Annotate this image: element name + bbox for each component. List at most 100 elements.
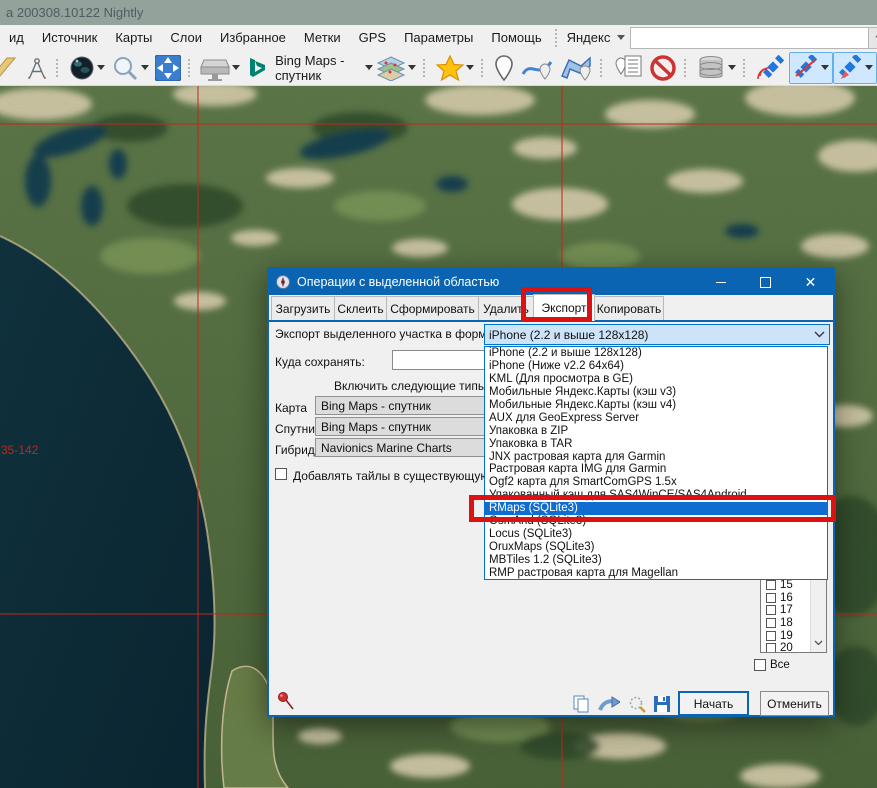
annotation-box-export-tab (521, 287, 592, 322)
zoom-row[interactable]: 20 (766, 642, 810, 653)
placemark-manager-button[interactable] (610, 53, 646, 83)
scroll-down-button[interactable] (812, 636, 825, 650)
format-option[interactable]: Ogf2 карта для SmartComGPS 1.5x (485, 476, 827, 489)
hide-marks-button[interactable] (646, 53, 680, 83)
dialog-icon (275, 274, 291, 290)
format-option[interactable]: Мобильные Яндекс.Карты (кэш v4) (485, 399, 827, 412)
copy-icon[interactable] (573, 695, 590, 713)
select-all-label: Все (770, 659, 790, 671)
minimize-button[interactable] (698, 269, 743, 295)
pushpin-icon[interactable] (277, 691, 295, 711)
toolbar-separator (600, 59, 606, 77)
menu-item-vid[interactable]: ид (0, 30, 33, 45)
format-option[interactable]: iPhone (Ниже v2.2 64x64) (485, 360, 827, 373)
gps-connect-button[interactable] (753, 53, 789, 83)
search-provider-button[interactable]: Яндекс (567, 30, 611, 45)
chevron-down-icon (728, 65, 736, 70)
format-option[interactable]: Упаковка в TAR (485, 437, 827, 450)
format-option[interactable]: KML (Для просмотра в GE) (485, 373, 827, 386)
zoom-tool-button[interactable] (108, 53, 152, 83)
zoom-checkbox[interactable] (766, 580, 776, 590)
toolbar-separator (423, 59, 429, 77)
menu-item-source[interactable]: Источник (33, 30, 107, 45)
format-option[interactable]: MBTiles 1.2 (SQLite3) (485, 553, 827, 566)
search-input[interactable] (631, 28, 868, 48)
save-icon[interactable] (654, 696, 670, 712)
zoom-checkbox[interactable] (766, 605, 776, 615)
layers-button[interactable] (373, 53, 419, 83)
menu-item-maps[interactable]: Карты (106, 30, 161, 45)
dialog-tabs: Загрузить Склеить Сформировать Удалить Э… (271, 296, 663, 320)
format-option[interactable]: JNX растровая карта для Garmin (485, 450, 827, 463)
zoom-checkbox[interactable] (766, 631, 776, 641)
add-polygon-button[interactable] (556, 53, 596, 83)
toolbar-grip (555, 29, 557, 47)
main-toolbar: Bing Maps - спутник (0, 50, 877, 86)
save-to-label: Куда сохранять: (275, 355, 365, 369)
zoom-row[interactable]: 15 (766, 579, 810, 592)
export-format-value: iPhone (2.2 и выше 128x128) (489, 328, 648, 342)
zoom-row[interactable]: 17 (766, 604, 810, 617)
tab-generate[interactable]: Сформировать (386, 296, 479, 320)
append-tiles-checkbox[interactable] (275, 468, 287, 480)
start-button[interactable]: Начать (678, 691, 749, 716)
format-option[interactable]: Растровая карта IMG для Garmin (485, 463, 827, 476)
search-dropdown-button[interactable] (868, 28, 877, 48)
toolbar-separator (188, 59, 194, 77)
zoom-checkbox[interactable] (766, 618, 776, 628)
menu-item-settings[interactable]: Параметры (395, 30, 482, 45)
zoom-selection-icon[interactable] (628, 695, 646, 713)
menu-item-help[interactable]: Помощь (482, 30, 550, 45)
window-title: а 200308.10122 Nightly (6, 5, 143, 20)
add-placemark-button[interactable] (490, 53, 518, 83)
menu-item-layers[interactable]: Слои (161, 30, 211, 45)
menu-item-marks[interactable]: Метки (295, 30, 350, 45)
toolbar-separator (481, 59, 487, 77)
cancel-button[interactable]: Отменить (760, 691, 829, 716)
database-button[interactable] (693, 53, 739, 83)
maximize-button[interactable] (743, 269, 788, 295)
tab-copy[interactable]: Копировать (594, 296, 664, 320)
cache-source-button[interactable] (197, 53, 243, 83)
measure-compass-icon[interactable] (22, 53, 52, 83)
zoom-row[interactable]: 18 (766, 617, 810, 630)
menu-item-gps[interactable]: GPS (350, 30, 395, 45)
format-option[interactable]: OruxMaps (SQLite3) (485, 540, 827, 553)
format-option[interactable]: AUX для GeoExpress Server (485, 411, 827, 424)
format-option[interactable]: Мобильные Яндекс.Карты (кэш v3) (485, 386, 827, 399)
close-button[interactable]: ✕ (788, 269, 833, 295)
globe-view-button[interactable] (66, 53, 108, 83)
export-link-icon[interactable] (598, 695, 620, 713)
gps-marker-button[interactable] (833, 52, 877, 84)
select-all-row[interactable]: Все (754, 659, 790, 671)
format-option[interactable]: RMP растровая карта для Magellan (485, 566, 827, 579)
zoom-label: 17 (780, 604, 793, 616)
format-dropdown-list: iPhone (2.2 и выше 128x128) iPhone (Ниже… (484, 346, 828, 580)
add-path-button[interactable] (518, 53, 556, 83)
ruler-icon[interactable] (0, 53, 22, 83)
fullscreen-button[interactable] (152, 53, 184, 83)
window-titlebar: а 200308.10122 Nightly (0, 0, 877, 25)
tab-stitch[interactable]: Склеить (334, 296, 387, 320)
zoom-row[interactable]: 16 (766, 592, 810, 605)
tab-download[interactable]: Загрузить (271, 296, 335, 320)
export-format-combobox[interactable]: iPhone (2.2 и выше 128x128) (484, 324, 830, 345)
format-option[interactable]: Упаковка в ZIP (485, 424, 827, 437)
chevron-down-icon (865, 65, 873, 70)
zoom-checkbox[interactable] (766, 593, 776, 603)
select-all-checkbox[interactable] (754, 659, 766, 671)
map-select-label[interactable]: Bing Maps - спутник (271, 53, 363, 83)
format-option[interactable]: iPhone (2.2 и выше 128x128) (485, 347, 827, 360)
zoom-row[interactable]: 19 (766, 629, 810, 642)
export-format-label: Экспорт выделенного участка в формат (275, 327, 498, 341)
format-option[interactable]: Locus (SQLite3) (485, 527, 827, 540)
zoom-checkbox[interactable] (766, 643, 776, 653)
favorites-star-button[interactable] (433, 53, 477, 83)
bing-logo-icon[interactable] (243, 53, 271, 83)
chevron-down-icon (814, 331, 825, 338)
chevron-down-icon (466, 65, 474, 70)
gps-track-button[interactable] (789, 52, 833, 84)
map-row-label: Карта (275, 401, 307, 415)
menu-item-favorites[interactable]: Избранное (211, 30, 295, 45)
annotation-box-rmaps-option (469, 495, 836, 522)
